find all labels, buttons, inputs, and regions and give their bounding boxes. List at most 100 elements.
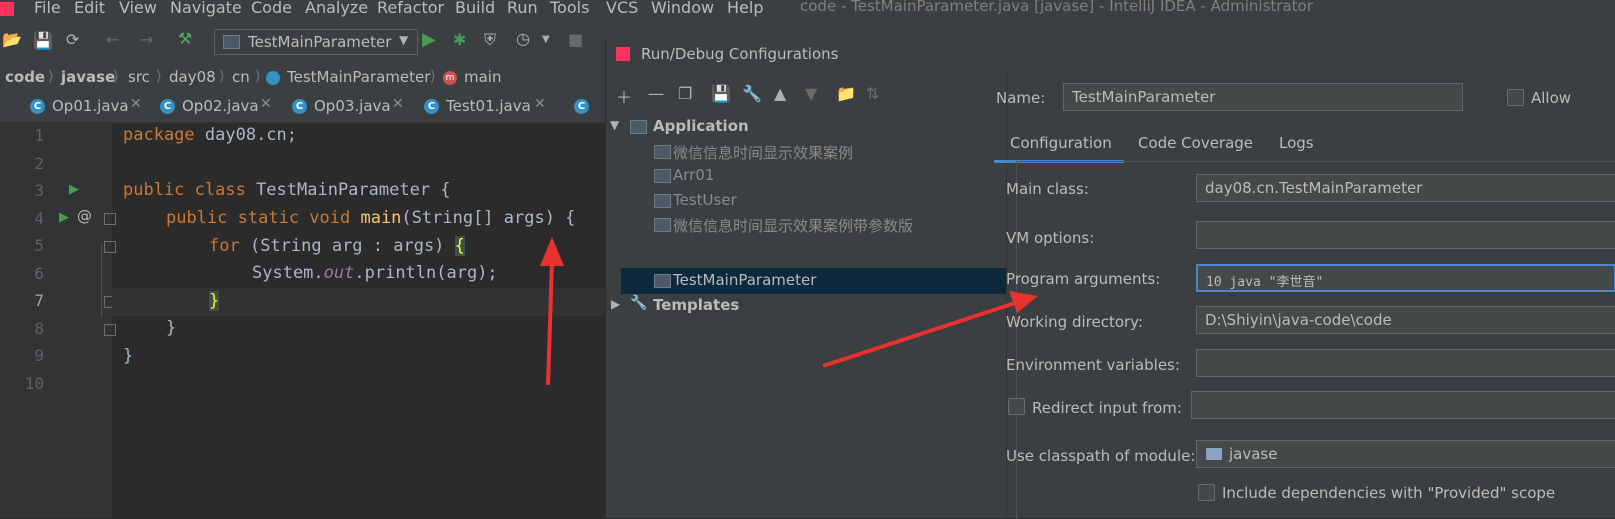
keyword: package	[123, 125, 195, 145]
breadcrumb-method[interactable]: main	[464, 68, 501, 86]
tree-application[interactable]: Application	[653, 117, 749, 135]
breadcrumb-code[interactable]: code	[5, 68, 45, 86]
tree-item-arr01[interactable]: Arr01	[673, 166, 714, 184]
method-icon: m	[443, 71, 457, 85]
main-class-input[interactable]: day08.cn.TestMainParameter	[1196, 174, 1615, 202]
breadcrumb-javase[interactable]: javase	[61, 68, 115, 86]
classpath-module-select[interactable]: javase	[1196, 440, 1615, 468]
chevron-down-icon[interactable]: ▼	[610, 118, 619, 132]
allow-label: Allow	[1531, 89, 1572, 107]
tree-item-config-1[interactable]: 微信信息时间显示效果案例	[673, 142, 853, 163]
remove-icon[interactable]: —	[648, 84, 664, 103]
code-text: day08.cn;	[194, 125, 298, 145]
tab-op02[interactable]: C Op02.java ✕	[160, 92, 284, 122]
menu-analyze[interactable]: Analyze	[305, 0, 368, 17]
main-class-value: day08.cn.TestMainParameter	[1205, 179, 1423, 197]
run-gutter-icon[interactable]: ▶	[59, 210, 69, 225]
sort-icon[interactable]: ⇅	[866, 84, 879, 103]
redirect-input-checkbox[interactable]	[1008, 398, 1025, 415]
close-icon[interactable]: ✕	[392, 96, 404, 112]
keyword: public static void	[166, 208, 351, 228]
menu-help[interactable]: Help	[727, 0, 763, 17]
menu-edit[interactable]: Edit	[74, 0, 105, 17]
save-icon[interactable]: 💾	[711, 84, 731, 103]
tab-test01[interactable]: C Test01.java ✕	[424, 92, 564, 122]
code-line-8: }	[166, 318, 176, 338]
back-arrow-icon[interactable]: ←	[106, 30, 119, 49]
menu-run[interactable]: Run	[507, 0, 538, 17]
move-down-icon[interactable]: ▼	[805, 84, 817, 103]
move-up-icon[interactable]: ▲	[774, 84, 786, 103]
forward-arrow-icon[interactable]: →	[140, 30, 153, 49]
redirect-input-field[interactable]	[1191, 391, 1615, 419]
tree-item-testuser[interactable]: TestUser	[673, 191, 737, 209]
breadcrumb: code ⟩ javase ⟩ src ⟩ day08 ⟩ cn ⟩ TestM…	[0, 64, 605, 93]
copy-icon[interactable]: ❐	[678, 84, 692, 103]
stop-icon[interactable]: ■	[568, 30, 583, 49]
run-icon[interactable]: ▶	[422, 29, 436, 50]
open-folder-icon[interactable]: 📂	[2, 30, 22, 49]
program-arguments-input[interactable]: 10 java "李世音"	[1196, 264, 1615, 292]
tree-templates[interactable]: Templates	[653, 296, 739, 314]
dialog-title: Run/Debug Configurations	[641, 45, 839, 63]
tree-item-config-params[interactable]: 微信信息时间显示效果案例带参数版	[673, 215, 913, 236]
build-hammer-icon[interactable]: ⚒	[178, 29, 192, 48]
line-number: 4	[34, 209, 44, 228]
save-icon[interactable]: 💾	[33, 31, 53, 50]
config-icon	[654, 274, 671, 288]
line-number: 3	[34, 181, 44, 200]
breadcrumb-day08[interactable]: day08	[169, 68, 216, 86]
add-icon[interactable]: ＋	[616, 84, 632, 108]
menu-tools[interactable]: Tools	[550, 0, 589, 17]
run-gutter-icon[interactable]: ▶	[69, 182, 79, 197]
tab-logs[interactable]: Logs	[1279, 134, 1314, 152]
intellij-logo-icon	[0, 2, 14, 16]
profile-chevron-down-icon[interactable]: ▼	[542, 34, 550, 45]
menu-code[interactable]: Code	[251, 0, 292, 17]
run-configuration-selector[interactable]: TestMainParameter ▼	[214, 29, 418, 55]
name-input[interactable]: TestMainParameter	[1063, 83, 1463, 111]
menu-build[interactable]: Build	[455, 0, 495, 17]
allow-checkbox[interactable]	[1507, 89, 1524, 106]
menu-file[interactable]: File	[34, 0, 61, 17]
debug-bug-icon[interactable]: ✱	[453, 30, 466, 49]
line-number: 5	[34, 236, 44, 255]
fold-icon[interactable]	[104, 241, 116, 253]
menu-window[interactable]: Window	[651, 0, 714, 17]
code-line-9: }	[123, 346, 133, 366]
tab-code-coverage[interactable]: Code Coverage	[1138, 134, 1253, 152]
fold-icon[interactable]	[104, 324, 116, 336]
coverage-shield-icon[interactable]: ⛨	[484, 30, 496, 50]
keyword: public class	[123, 180, 246, 200]
menu-vcs[interactable]: VCS	[606, 0, 638, 17]
include-dependencies-checkbox[interactable]	[1198, 484, 1215, 501]
vm-options-input[interactable]	[1196, 221, 1615, 249]
config-icon	[654, 194, 671, 208]
line-number: 1	[34, 126, 44, 145]
chevron-right-icon[interactable]: ▶	[611, 297, 620, 311]
wrench-icon[interactable]: 🔧	[742, 84, 762, 103]
tree-item-testmainparameter[interactable]: TestMainParameter	[673, 271, 816, 289]
static-field: out	[323, 263, 355, 283]
profile-icon[interactable]: ◷	[516, 29, 530, 48]
menu-refactor[interactable]: Refactor	[377, 0, 444, 17]
code-text: (String arg : args)	[239, 236, 455, 256]
tab-configuration[interactable]: Configuration	[1010, 134, 1112, 152]
folder-add-icon[interactable]: 📁	[836, 84, 856, 103]
breadcrumb-cn[interactable]: cn	[232, 68, 250, 86]
sync-icon[interactable]: ⟳	[66, 30, 79, 49]
tab-op01[interactable]: C Op01.java ✕	[30, 92, 154, 122]
menu-navigate[interactable]: Navigate	[170, 0, 242, 17]
close-icon[interactable]: ✕	[260, 96, 272, 112]
environment-variables-input[interactable]	[1196, 349, 1615, 377]
close-icon[interactable]: ✕	[534, 96, 546, 112]
tab-op03[interactable]: C Op03.java ✕	[292, 92, 416, 122]
fold-icon[interactable]	[104, 213, 116, 225]
main-class-label: Main class:	[1006, 180, 1089, 198]
tab-overflow[interactable]: C	[574, 92, 604, 122]
breadcrumb-src[interactable]: src	[128, 68, 150, 86]
working-directory-input[interactable]: D:\Shiyin\java-code\code	[1196, 306, 1615, 334]
close-icon[interactable]: ✕	[130, 96, 142, 112]
breadcrumb-class[interactable]: TestMainParameter	[287, 68, 430, 86]
menu-view[interactable]: View	[119, 0, 157, 17]
